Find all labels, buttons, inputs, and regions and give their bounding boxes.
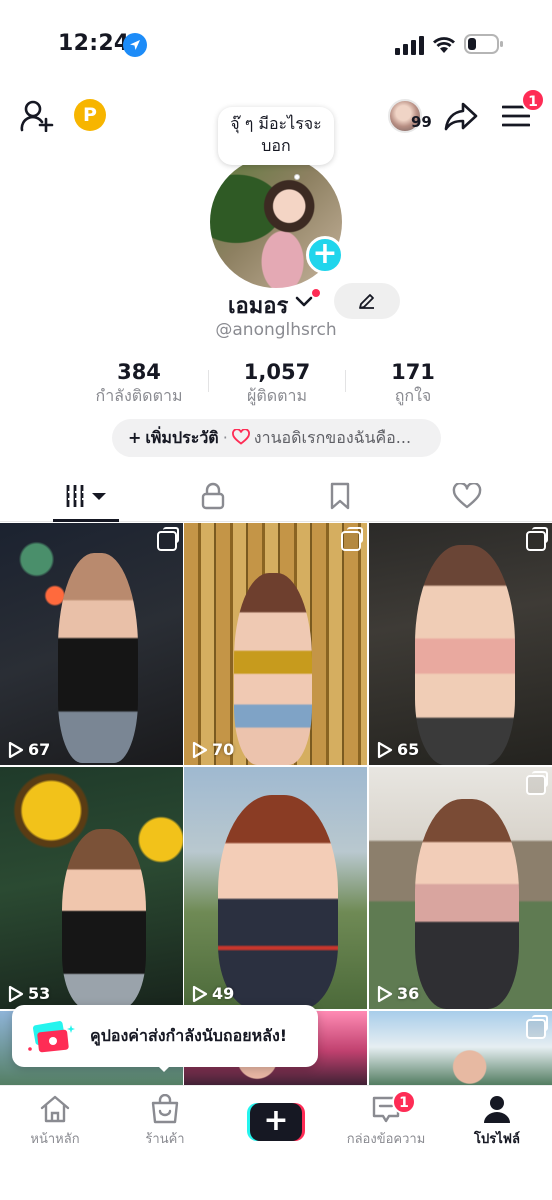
play-icon xyxy=(377,741,393,758)
bio-bubble[interactable]: จุ๊ ๆ มีอะไรจะบอก xyxy=(218,107,334,165)
location-arrow-icon xyxy=(123,33,147,57)
video-thumbnail[interactable]: 65 xyxy=(369,523,552,765)
heart-icon xyxy=(452,483,482,509)
view-count: 53 xyxy=(28,984,51,1003)
display-name[interactable]: เอมอร xyxy=(228,288,288,323)
grid-icon xyxy=(66,485,106,507)
status-bar: 12:24 xyxy=(0,0,552,88)
stat-label: กำลังติดตาม xyxy=(95,386,183,405)
play-icon xyxy=(192,985,208,1002)
stat-value: 171 xyxy=(391,360,435,384)
play-count: 67 xyxy=(8,740,50,759)
tab-underline xyxy=(53,519,119,522)
multi-photo-icon xyxy=(526,771,548,795)
create-button[interactable]: + xyxy=(247,1103,305,1141)
add-friend-icon[interactable] xyxy=(20,100,54,132)
status-time: 12:24 xyxy=(58,31,130,56)
stat-divider xyxy=(208,370,209,392)
add-bio-label: เพิ่มประวัติ xyxy=(145,428,219,447)
nav-shop[interactable]: ร้านค้า xyxy=(110,1094,220,1149)
username: @anonglhsrch xyxy=(215,320,337,340)
share-icon[interactable] xyxy=(444,101,478,131)
bubble-dot xyxy=(294,174,300,180)
stat-value: 1,057 xyxy=(243,360,311,384)
wifi-icon xyxy=(433,37,455,53)
view-count: 70 xyxy=(212,740,235,759)
view-count: 65 xyxy=(397,740,420,759)
story-count: 99 xyxy=(411,113,432,131)
coin-icon[interactable]: P xyxy=(74,99,106,131)
notification-dot xyxy=(312,289,320,297)
view-count: 67 xyxy=(28,740,51,759)
video-thumbnail[interactable] xyxy=(369,1011,552,1091)
stat-label: ผู้ติดตาม xyxy=(246,386,308,405)
heart-icon xyxy=(231,428,250,445)
name-row: เอมอร xyxy=(0,288,552,319)
multi-photo-icon xyxy=(526,1015,548,1039)
chevron-down-icon[interactable] xyxy=(295,295,313,309)
bio-hobby-text: งานอดิเรกของฉันคือ... xyxy=(253,428,412,447)
stat-following[interactable]: 384 กำลังติดตาม xyxy=(74,358,204,406)
add-story-plus-icon[interactable]: + xyxy=(306,236,344,274)
nav-home[interactable]: หน้าหลัก xyxy=(0,1094,110,1149)
nav-profile[interactable]: โปรไฟล์ xyxy=(442,1094,552,1149)
edit-profile-button[interactable] xyxy=(334,283,400,319)
stat-label: ถูกใจ xyxy=(394,386,432,405)
nav-inbox[interactable]: กล่องข้อความ xyxy=(331,1094,441,1149)
video-thumbnail[interactable]: 36 xyxy=(369,767,552,1009)
profile-icon xyxy=(484,1096,510,1123)
tab-private[interactable] xyxy=(172,472,252,522)
play-icon xyxy=(8,741,24,758)
add-bio-button[interactable]: + เพิ่มประวัติ · งานอดิเรกของฉันคือ... xyxy=(112,419,441,457)
view-count: 49 xyxy=(212,984,235,1003)
multi-photo-icon xyxy=(341,527,363,551)
stat-divider xyxy=(345,370,346,392)
video-thumbnail[interactable]: 53 xyxy=(0,767,183,1009)
play-icon xyxy=(377,985,393,1002)
video-thumbnail[interactable]: 49 xyxy=(184,767,367,1009)
inbox-badge: 1 xyxy=(392,1090,416,1114)
play-icon xyxy=(8,985,24,1002)
tab-videos[interactable] xyxy=(46,472,126,522)
multi-photo-icon xyxy=(157,527,179,551)
home-icon xyxy=(40,1095,70,1123)
plus-icon: + xyxy=(128,428,142,447)
menu-badge: 1 xyxy=(521,88,545,112)
lock-icon xyxy=(201,482,225,510)
play-count: 36 xyxy=(377,984,419,1003)
battery-icon xyxy=(464,34,503,54)
coupon-toast[interactable]: คูปองค่าส่งกำลังนับถอยหลัง! xyxy=(12,1005,318,1067)
video-thumbnail[interactable]: 67 xyxy=(0,523,183,765)
video-thumbnail[interactable]: 70 xyxy=(184,523,367,765)
tab-saved[interactable] xyxy=(299,472,379,522)
plus-icon: + xyxy=(250,1103,302,1141)
play-count: 53 xyxy=(8,984,50,1003)
nav-label: หน้าหลัก xyxy=(30,1132,80,1147)
play-count: 65 xyxy=(377,740,419,759)
pencil-icon xyxy=(359,294,374,309)
profile-tabs xyxy=(0,472,552,522)
stat-likes[interactable]: 171 ถูกใจ xyxy=(358,358,468,406)
multi-photo-icon xyxy=(526,527,548,551)
coupon-icon xyxy=(28,1021,75,1053)
nav-label: กล่องข้อความ xyxy=(346,1132,426,1147)
coupon-toast-text: คูปองค่าส่งกำลังนับถอยหลัง! xyxy=(90,1026,288,1045)
view-count: 36 xyxy=(397,984,420,1003)
separator: · xyxy=(222,428,228,447)
play-count: 70 xyxy=(192,740,234,759)
stat-value: 384 xyxy=(117,360,161,384)
bookmark-icon xyxy=(330,482,350,510)
toast-arrow xyxy=(156,1064,172,1072)
stat-followers[interactable]: 1,057 ผู้ติดตาม xyxy=(212,358,342,406)
signal-icon xyxy=(395,36,424,55)
shop-bag-icon xyxy=(151,1094,179,1124)
nav-label: โปรไฟล์ xyxy=(474,1132,520,1147)
tab-liked[interactable] xyxy=(426,472,506,522)
bottom-nav: หน้าหลัก ร้านค้า + กล่องข้อความ โปรไฟล์ xyxy=(0,1085,552,1200)
play-count: 49 xyxy=(192,984,234,1003)
play-icon xyxy=(192,741,208,758)
nav-label: ร้านค้า xyxy=(145,1132,185,1147)
